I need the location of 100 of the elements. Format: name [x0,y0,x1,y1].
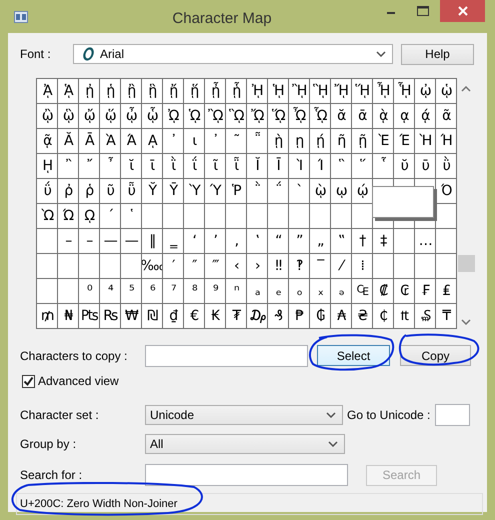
help-button[interactable]: Help [401,44,474,64]
character-cell[interactable]: ῝ [331,154,351,178]
character-set-dropdown[interactable]: Unicode [145,405,343,425]
character-cell[interactable]: ₨ [100,304,120,328]
character-cell[interactable]: Ὼ [37,204,57,228]
character-cell[interactable]: ᾿ [205,129,225,153]
character-cell[interactable]: ₵ [373,304,393,328]
character-cell[interactable]: ₭ [205,304,225,328]
character-cell[interactable]: ᾙ [268,79,288,103]
character-cell[interactable]: — [121,229,141,253]
character-cell[interactable]: ₣ [415,279,435,303]
character-cell[interactable]: ₧ [79,304,99,328]
character-cell[interactable]: ᾟ [394,79,414,103]
character-cell[interactable]: ᾕ [184,79,204,103]
character-cell[interactable]: “ [268,229,288,253]
character-cell[interactable]: ₑ [268,279,288,303]
character-cell[interactable]: ῲ [310,179,330,203]
character-cell[interactable]: ‛ [247,229,267,253]
character-cell[interactable]: – [58,229,78,253]
character-cell[interactable]: ᾯ [310,104,330,128]
character-cell[interactable]: ᾲ [373,104,393,128]
character-cell[interactable]: ᾜ [331,79,351,103]
character-cell[interactable]: ῆ [331,129,351,153]
character-cell[interactable]: ₸ [436,304,456,328]
character-cell[interactable]: — [100,229,120,253]
character-cell[interactable]: ῞ [352,154,372,178]
character-cell[interactable]: ‟ [331,229,351,253]
character-cell[interactable]: ᾷ [37,129,57,153]
character-cell[interactable]: … [415,229,435,253]
character-cell[interactable]: ₴ [352,304,372,328]
character-cell[interactable]: ‘ [184,229,204,253]
character-cell[interactable]: ₮ [226,304,246,328]
select-button[interactable]: Select [317,345,390,366]
character-cell[interactable]: ᾼ [142,129,162,153]
character-cell[interactable]: ᾨ [163,104,183,128]
character-cell[interactable]: › [247,254,267,278]
character-cell[interactable]: ₷ [415,304,435,328]
character-cell[interactable]: ᾪ [205,104,225,128]
character-cell[interactable]: ΰ [37,179,57,203]
character-cell[interactable]: ᾽ [163,129,183,153]
character-cell[interactable]: Ᾰ [58,129,78,153]
character-cell[interactable]: ₒ [289,279,309,303]
character-cell[interactable]: Ώ [58,204,78,228]
character-cell[interactable]: ₱ [289,304,309,328]
character-cell[interactable]: ᾫ [226,104,246,128]
character-cell[interactable]: ᾩ [184,104,204,128]
character-cell[interactable]: ᾢ [37,104,57,128]
character-cell[interactable]: ₤ [436,279,456,303]
character-cell[interactable]: ᾛ [310,79,330,103]
character-cell[interactable]: ⁸ [184,279,204,303]
character-cell[interactable]: ᾗ [226,79,246,103]
character-cell[interactable]: Ύ [205,179,225,203]
character-cell[interactable]: ₐ [247,279,267,303]
character-cell[interactable]: ⁶ [142,279,162,303]
character-cell[interactable]: ` [289,179,309,203]
character-cell[interactable]: ῇ [352,129,372,153]
character-cell[interactable]: ῍ [58,154,78,178]
character-cell[interactable]: ₳ [331,304,351,328]
character-cell[interactable]: ῾ [121,204,141,228]
character-cell[interactable]: † [352,229,372,253]
character-cell[interactable]: ῠ [394,154,414,178]
character-cell[interactable]: ‚ [226,229,246,253]
character-cell[interactable]: „ [310,229,330,253]
character-cell[interactable]: ₶ [394,304,414,328]
character-cell[interactable]: ᾦ [121,104,141,128]
character-cell[interactable]: ᾳ [394,104,414,128]
character-cell[interactable]: ᾱ [352,104,372,128]
character-cell[interactable]: ₫ [163,304,183,328]
character-cell[interactable]: ῂ [268,129,288,153]
character-cell[interactable]: ᾮ [289,104,309,128]
character-cell[interactable]: ‡ [373,229,393,253]
character-cell[interactable]: Ὰ [100,129,120,153]
character-cell[interactable]: ΅ [268,179,288,203]
character-cell[interactable]: ‽ [289,254,309,278]
character-cell[interactable]: ₪ [142,304,162,328]
character-cell[interactable]: ῟ [373,154,393,178]
character-cell[interactable]: ₰ [268,304,288,328]
character-cell[interactable]: Ῑ [268,154,288,178]
character-cell[interactable]: ᾞ [373,79,393,103]
character-cell[interactable]: ῴ [352,179,372,203]
character-cell[interactable]: ῗ [226,154,246,178]
character-cell[interactable]: – [79,229,99,253]
character-cell[interactable]: ῁ [247,129,267,153]
character-cell[interactable]: Ῡ [163,179,183,203]
character-cell[interactable]: ´ [100,204,120,228]
character-cell[interactable]: ᾰ [331,104,351,128]
character-cell[interactable]: ῄ [310,129,330,153]
character-cell[interactable]: ₦ [58,304,78,328]
character-cell[interactable]: ᾚ [289,79,309,103]
character-cell[interactable]: Ῥ [226,179,246,203]
character-cell[interactable]: ᾧ [142,104,162,128]
character-cell[interactable]: ₓ [310,279,330,303]
character-cell[interactable]: ₔ [331,279,351,303]
character-cell[interactable]: ῀ [226,129,246,153]
character-cell[interactable]: ῃ [289,129,309,153]
character-cell[interactable]: ₡ [373,279,393,303]
character-cell[interactable]: ῭ [247,179,267,203]
group-by-dropdown[interactable]: All [145,434,345,454]
character-cell[interactable]: ᾘ [247,79,267,103]
character-cell[interactable]: ⁞ [352,254,372,278]
